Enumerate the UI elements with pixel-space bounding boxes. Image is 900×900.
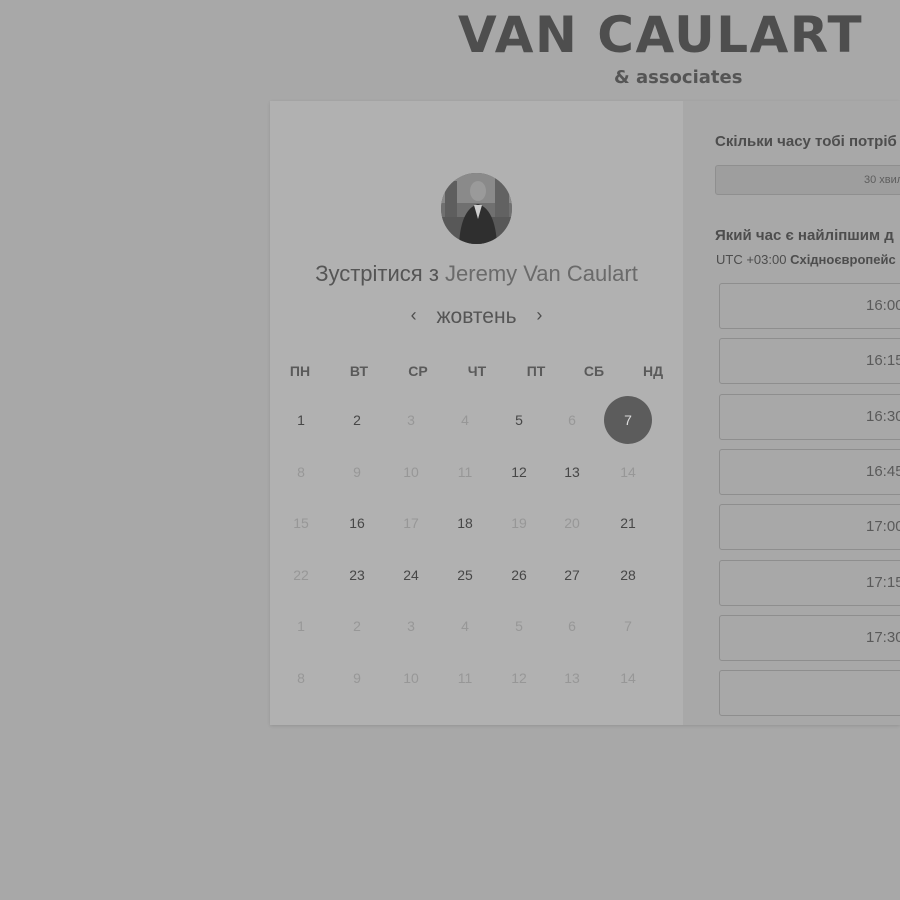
calendar-grid: 1 2 3 4 5 6 7 8 9 10 11 12 13 14 15 16 17 18 19 20 21 22 23 24 2… <box>270 101 683 725</box>
calendar-day[interactable]: 24 <box>387 551 435 599</box>
brand-logo-subtitle: & associates <box>614 67 743 88</box>
booking-card: Зустрітися з Jeremy Van Caulart ‹ жовтен… <box>270 101 900 725</box>
calendar-day: 9 <box>353 464 361 480</box>
time-selection-panel: Скільки часу тобі потріб 30 хвил Який ча… <box>683 101 900 725</box>
booking-page: VAN CAULART & associates Зустрітися з Je… <box>0 0 900 900</box>
calendar-day[interactable]: 18 <box>441 499 489 547</box>
calendar-day: 19 <box>511 515 527 531</box>
time-slot-button[interactable]: 17:00 <box>719 504 900 550</box>
duration-question: Скільки часу тобі потріб <box>715 133 897 150</box>
calendar-panel: Зустрітися з Jeremy Van Caulart ‹ жовтен… <box>270 101 683 725</box>
brand-logo-title: VAN CAULART <box>458 6 864 64</box>
calendar-day[interactable]: 13 <box>548 448 596 496</box>
calendar-day[interactable]: 21 <box>604 499 652 547</box>
calendar-day-selected[interactable]: 7 <box>604 396 652 444</box>
calendar-day: 7 <box>624 618 632 634</box>
duration-value: 30 хвил <box>864 174 900 186</box>
timezone-offset: UTC +03:00 <box>716 252 787 267</box>
calendar-day: 1 <box>297 618 305 634</box>
calendar-day: 14 <box>620 464 636 480</box>
time-slot-button[interactable]: 16:15 <box>719 338 900 384</box>
time-slot-button[interactable]: 16:30 <box>719 394 900 440</box>
calendar-day[interactable]: 5 <box>495 396 543 444</box>
calendar-day: 6 <box>568 618 576 634</box>
time-slot-button[interactable]: 16:45 <box>719 449 900 495</box>
calendar-day[interactable]: 26 <box>495 551 543 599</box>
calendar-day: 3 <box>407 618 415 634</box>
calendar-day: 20 <box>564 515 580 531</box>
calendar-day: 15 <box>293 515 309 531</box>
calendar-day: 22 <box>293 567 309 583</box>
best-time-question: Який час є найліпшим д <box>715 227 894 244</box>
calendar-day[interactable]: 12 <box>495 448 543 496</box>
calendar-day: 4 <box>461 618 469 634</box>
time-slot-button-partial[interactable] <box>719 670 900 716</box>
time-slot-button[interactable]: 17:30 <box>719 615 900 661</box>
calendar-day: 17 <box>403 515 419 531</box>
calendar-day[interactable]: 23 <box>333 551 381 599</box>
calendar-day[interactable]: 25 <box>441 551 489 599</box>
calendar-day: 13 <box>564 670 580 686</box>
duration-dropdown[interactable]: 30 хвил <box>715 165 900 195</box>
calendar-day[interactable]: 27 <box>548 551 596 599</box>
calendar-day: 10 <box>403 670 419 686</box>
calendar-day: 14 <box>620 670 636 686</box>
calendar-day: 4 <box>461 412 469 428</box>
calendar-day: 2 <box>353 618 361 634</box>
time-slot-button[interactable]: 17:15 <box>719 560 900 606</box>
time-slot-button[interactable]: 16:00 <box>719 283 900 329</box>
calendar-day: 11 <box>457 670 473 686</box>
calendar-day[interactable]: 1 <box>277 396 325 444</box>
calendar-day: 3 <box>407 412 415 428</box>
calendar-day[interactable]: 2 <box>333 396 381 444</box>
calendar-day[interactable]: 28 <box>604 551 652 599</box>
calendar-day: 9 <box>353 670 361 686</box>
calendar-day: 11 <box>457 464 473 480</box>
calendar-day: 8 <box>297 670 305 686</box>
calendar-day: 10 <box>403 464 419 480</box>
timezone-name: Східноєвропейс <box>790 252 896 267</box>
calendar-day: 5 <box>515 618 523 634</box>
calendar-day: 6 <box>568 412 576 428</box>
timezone-line[interactable]: UTC +03:00 Східноєвропейс <box>716 252 896 267</box>
calendar-day: 12 <box>511 670 527 686</box>
calendar-day[interactable]: 16 <box>333 499 381 547</box>
calendar-day: 8 <box>297 464 305 480</box>
